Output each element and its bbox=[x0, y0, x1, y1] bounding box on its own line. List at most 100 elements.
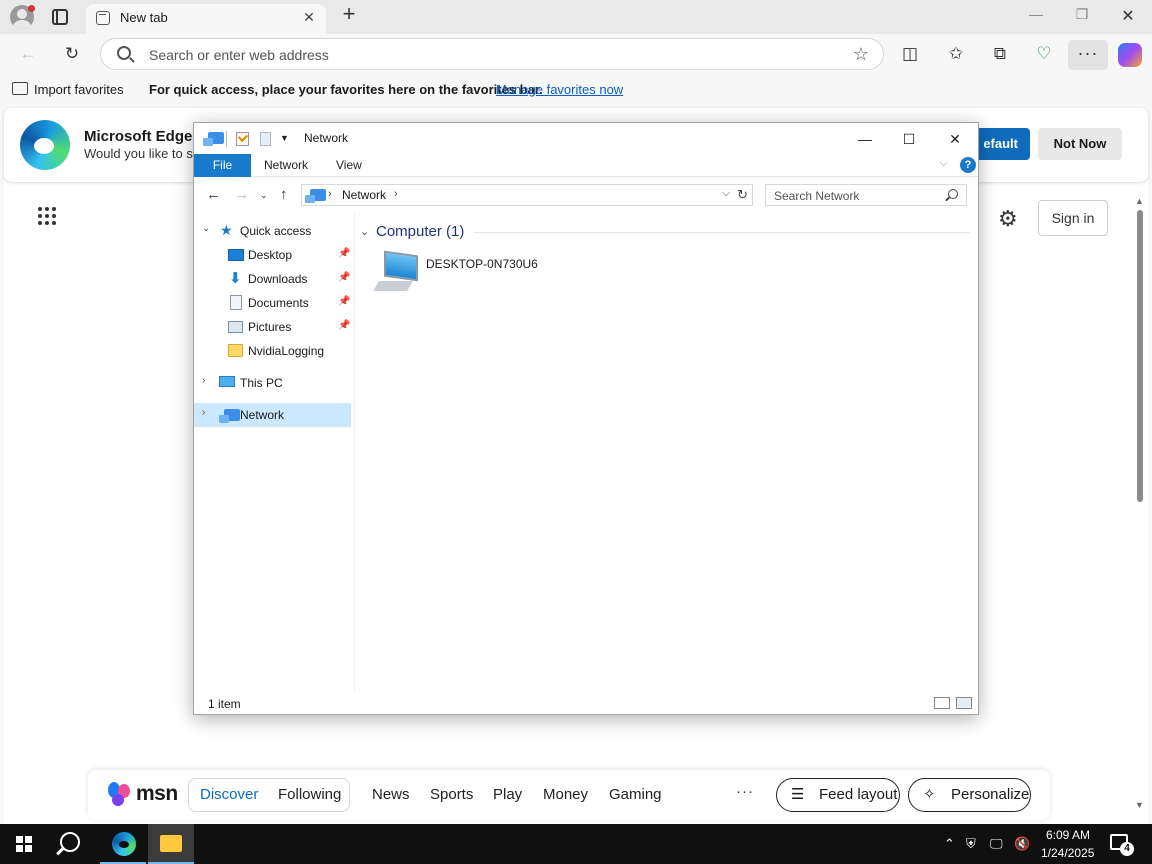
browser-tab-strip: New tab ✕ + — ❐ ✕ bbox=[0, 0, 1152, 34]
folder-icon bbox=[228, 344, 243, 357]
explorer-maximize-button[interactable]: ☐ bbox=[886, 125, 932, 153]
personalize-button[interactable]: ✧ Personalize bbox=[908, 778, 1031, 812]
scrollbar-thumb[interactable] bbox=[1137, 210, 1143, 502]
refresh-icon[interactable]: ↻ bbox=[60, 42, 84, 66]
address-bar[interactable]: ☆ bbox=[100, 38, 884, 70]
page-scrollbar[interactable]: ▲ ▼ bbox=[1134, 196, 1146, 816]
pane-divider[interactable] bbox=[354, 213, 355, 691]
msn-feed-bar: msn Discover Following News Sports Play … bbox=[88, 770, 1050, 820]
tab-following[interactable]: Following bbox=[278, 786, 341, 803]
explorer-minimize-button[interactable]: — bbox=[842, 125, 888, 153]
apps-launcher-icon[interactable] bbox=[38, 207, 58, 227]
sign-in-button[interactable]: Sign in bbox=[1038, 200, 1108, 236]
customize-toolbar-dropdown-icon[interactable]: ▼ bbox=[280, 133, 289, 143]
not-now-button[interactable]: Not Now bbox=[1038, 128, 1122, 160]
file-explorer-folder-icon bbox=[160, 835, 182, 852]
properties-quick-icon[interactable] bbox=[236, 132, 249, 146]
nav-play[interactable]: Play bbox=[493, 786, 522, 803]
nav-gaming[interactable]: Gaming bbox=[609, 786, 662, 803]
group-header-computer[interactable]: Computer (1) bbox=[376, 223, 464, 240]
set-default-button[interactable]: efault bbox=[972, 128, 1030, 160]
browser-minimize-button[interactable]: — bbox=[1024, 6, 1048, 28]
tree-label: Documents bbox=[248, 296, 309, 310]
ribbon-tab-view[interactable]: View bbox=[336, 158, 362, 172]
taskbar-edge-app[interactable] bbox=[100, 824, 146, 864]
tree-item-pictures[interactable]: Pictures 📌 bbox=[194, 315, 351, 339]
windows-taskbar: ⌃ ⛨ 🖵 🔇 6:09 AM 1/24/2025 4 bbox=[0, 824, 1152, 864]
recent-locations-chevron-icon[interactable]: ⌄ bbox=[260, 190, 268, 201]
new-tab-button[interactable]: + bbox=[338, 3, 360, 26]
tree-item-documents[interactable]: Documents 📌 bbox=[194, 291, 351, 315]
explorer-close-button[interactable]: ✕ bbox=[932, 125, 978, 153]
taskbar-file-explorer-app[interactable] bbox=[148, 824, 194, 864]
address-history-dropdown-icon[interactable]: ⌵ bbox=[722, 188, 730, 199]
group-collapse-chevron-icon[interactable]: ⌄ bbox=[360, 225, 369, 238]
expand-ribbon-chevron-icon[interactable]: ⌵ bbox=[940, 158, 948, 169]
tree-item-nvidialogging[interactable]: NvidiaLogging bbox=[194, 339, 351, 363]
browser-close-button[interactable]: ✕ bbox=[1116, 6, 1140, 28]
more-categories-button[interactable]: ··· bbox=[736, 783, 754, 800]
windows-start-icon[interactable] bbox=[16, 836, 32, 852]
tab-discover[interactable]: Discover bbox=[200, 786, 258, 803]
scroll-down-arrow-icon[interactable]: ▼ bbox=[1135, 800, 1144, 810]
tab-title: New tab bbox=[120, 10, 168, 25]
clock-time[interactable]: 6:09 AM bbox=[1046, 828, 1090, 842]
explorer-forward-arrow-icon[interactable]: → bbox=[234, 186, 249, 203]
explorer-search-box[interactable] bbox=[765, 184, 967, 206]
details-view-icon[interactable] bbox=[934, 697, 950, 709]
show-hidden-icons-chevron-icon[interactable]: ⌃ bbox=[944, 836, 955, 852]
back-arrow-icon[interactable]: ← bbox=[16, 42, 40, 66]
security-tray-icon[interactable]: ⛨ bbox=[966, 836, 976, 852]
explorer-title-bar[interactable]: ▼ Network — ☐ ✕ bbox=[194, 123, 978, 154]
clock-date[interactable]: 1/24/2025 bbox=[1041, 846, 1094, 860]
browser-essentials-icon[interactable]: ♡ bbox=[1032, 42, 1056, 66]
large-icons-view-icon[interactable] bbox=[956, 697, 972, 709]
copilot-icon[interactable] bbox=[1118, 43, 1142, 67]
favorite-star-icon[interactable]: ☆ bbox=[853, 44, 869, 65]
collapsed-chevron-icon[interactable]: › bbox=[202, 375, 205, 386]
explorer-address-bar[interactable]: › Network › ⌵ ↻ bbox=[301, 184, 753, 206]
address-input[interactable] bbox=[149, 45, 829, 65]
taskbar-search-icon[interactable] bbox=[60, 832, 80, 852]
network-tray-icon[interactable]: 🖵 bbox=[990, 836, 1003, 852]
refresh-icon[interactable]: ↻ bbox=[737, 187, 748, 203]
explorer-search-input[interactable] bbox=[774, 188, 934, 204]
new-folder-quick-icon[interactable] bbox=[260, 132, 271, 146]
collapsed-chevron-icon[interactable]: › bbox=[202, 407, 205, 418]
nav-sports[interactable]: Sports bbox=[430, 786, 473, 803]
volume-muted-icon[interactable]: 🔇 bbox=[1014, 836, 1030, 852]
ribbon-tab-file[interactable]: File bbox=[194, 154, 251, 177]
browser-restore-button[interactable]: ❐ bbox=[1070, 6, 1094, 28]
tree-item-this-pc[interactable]: › This PC bbox=[194, 371, 351, 395]
tree-item-desktop[interactable]: Desktop 📌 bbox=[194, 243, 351, 267]
page-settings-gear-icon[interactable]: ⚙ bbox=[998, 206, 1018, 232]
breadcrumb-separator-icon[interactable]: › bbox=[328, 188, 332, 200]
collections-icon[interactable]: ⧉ bbox=[988, 42, 1012, 66]
nav-money[interactable]: Money bbox=[543, 786, 588, 803]
network-computer-item[interactable]: DESKTOP-0N730U6 bbox=[372, 250, 552, 301]
quick-access-star-icon: ★ bbox=[220, 222, 233, 238]
tree-item-quick-access[interactable]: ⌄ ★ Quick access bbox=[194, 219, 351, 243]
import-favorites-button[interactable]: Import favorites bbox=[34, 82, 124, 97]
tree-item-downloads[interactable]: ⬇ Downloads 📌 bbox=[194, 267, 351, 291]
scroll-up-arrow-icon[interactable]: ▲ bbox=[1135, 196, 1144, 206]
manage-favorites-link[interactable]: Manage favorites now bbox=[496, 82, 623, 97]
nav-news[interactable]: News bbox=[372, 786, 410, 803]
settings-and-more-button[interactable]: ··· bbox=[1068, 40, 1108, 70]
help-button[interactable]: ? bbox=[960, 157, 976, 173]
breadcrumb-network[interactable]: Network bbox=[342, 188, 386, 202]
up-one-level-arrow-icon[interactable]: ↑ bbox=[280, 186, 288, 203]
tab-new-tab[interactable]: New tab ✕ bbox=[86, 4, 326, 34]
ribbon-tab-network[interactable]: Network bbox=[264, 158, 308, 172]
search-icon bbox=[117, 46, 131, 60]
feed-layout-button[interactable]: ☰ Feed layout bbox=[776, 778, 900, 812]
tab-actions-icon[interactable] bbox=[52, 9, 68, 25]
expanded-chevron-icon[interactable]: ⌄ bbox=[202, 223, 210, 234]
split-screen-icon[interactable]: ◫ bbox=[898, 42, 922, 66]
address-network-icon bbox=[305, 189, 326, 203]
breadcrumb-chevron-icon[interactable]: › bbox=[394, 188, 398, 200]
tree-item-network[interactable]: › Network bbox=[194, 403, 351, 427]
favorites-icon[interactable]: ✩ bbox=[944, 42, 968, 66]
explorer-back-arrow-icon[interactable]: ← bbox=[206, 186, 221, 203]
tab-close-button[interactable]: ✕ bbox=[300, 8, 318, 26]
